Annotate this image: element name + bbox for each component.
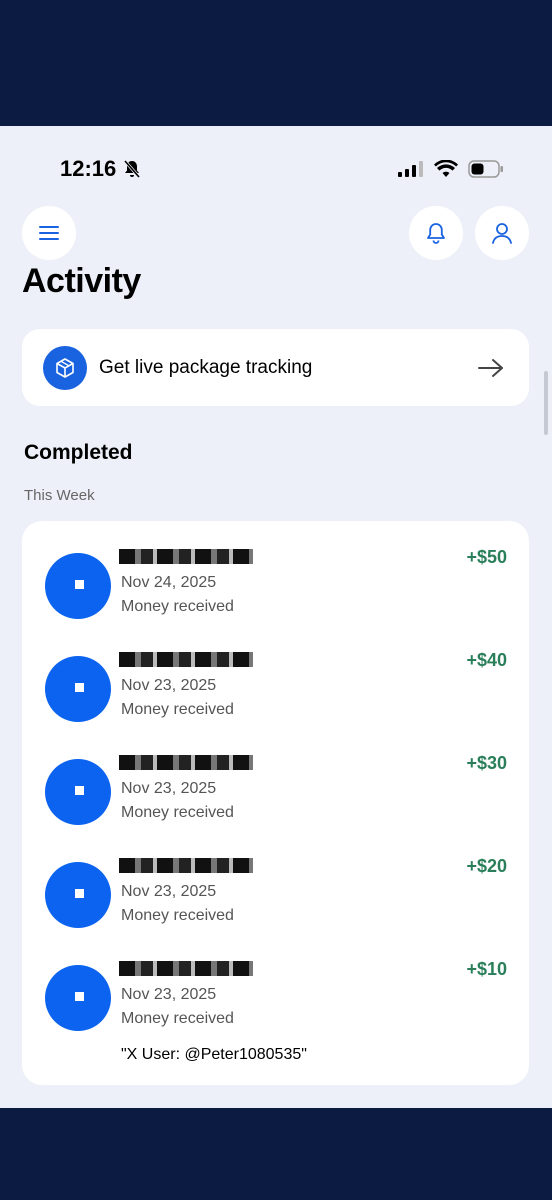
transaction-date: Nov 23, 2025 <box>121 780 217 797</box>
arrow-right-icon <box>478 358 503 377</box>
app-screen: 12:16 Activity Get live package tracking… <box>0 126 552 1108</box>
transaction-date: Nov 24, 2025 <box>121 574 217 591</box>
transaction-amount: +$10 <box>466 959 507 979</box>
cellular-signal-icon <box>398 161 423 177</box>
redacted-name <box>119 961 253 976</box>
status-time-text: 12:16 <box>60 156 117 181</box>
transaction-row[interactable]: Nov 23, 2025 Money received +$10 "X User… <box>22 933 529 1073</box>
profile-button[interactable] <box>475 206 529 260</box>
user-icon <box>492 223 512 244</box>
package-tracking-card[interactable]: Get live package tracking <box>22 329 529 406</box>
hamburger-icon <box>39 226 59 240</box>
avatar <box>45 862 111 928</box>
redacted-name <box>119 652 253 667</box>
transaction-row[interactable]: Nov 23, 2025 Money received +$40 <box>22 624 529 724</box>
package-icon <box>43 345 87 390</box>
redacted-name <box>119 858 253 873</box>
transaction-type: Money received <box>121 598 234 615</box>
transaction-row[interactable]: Nov 23, 2025 Money received +$20 <box>22 830 529 930</box>
transaction-type: Money received <box>121 701 234 718</box>
transaction-date: Nov 23, 2025 <box>121 677 217 694</box>
avatar <box>45 656 111 722</box>
transaction-type: Money received <box>121 804 234 821</box>
transaction-amount: +$20 <box>466 856 507 876</box>
section-title: Completed <box>24 441 133 464</box>
transaction-amount: +$50 <box>466 547 507 567</box>
transaction-note: "X User: @Peter1080535" <box>121 1046 307 1063</box>
status-indicators <box>398 160 504 178</box>
bell-icon <box>427 223 445 244</box>
transaction-amount: +$30 <box>466 753 507 773</box>
transaction-row[interactable]: Nov 24, 2025 Money received +$50 <box>22 521 529 621</box>
transaction-list: Nov 24, 2025 Money received +$50 Nov 23,… <box>22 521 529 1085</box>
avatar <box>45 553 111 619</box>
redacted-name <box>119 755 253 770</box>
notifications-button[interactable] <box>409 206 463 260</box>
redacted-name <box>119 549 253 564</box>
transaction-row[interactable]: Nov 23, 2025 Money received +$30 <box>22 727 529 827</box>
silent-bell-icon <box>124 160 141 178</box>
status-time: 12:16 <box>60 156 142 182</box>
page-title: Activity <box>22 262 141 300</box>
transaction-date: Nov 23, 2025 <box>121 986 217 1003</box>
scrollbar[interactable] <box>544 371 548 435</box>
battery-icon <box>468 160 503 178</box>
avatar <box>45 965 111 1031</box>
transaction-date: Nov 23, 2025 <box>121 883 217 900</box>
transaction-type: Money received <box>121 1010 234 1027</box>
section-subtitle: This Week <box>24 487 95 504</box>
menu-button[interactable] <box>22 206 76 260</box>
wifi-icon <box>434 160 458 177</box>
avatar <box>45 759 111 825</box>
transaction-amount: +$40 <box>466 650 507 670</box>
package-tracking-label: Get live package tracking <box>99 356 313 378</box>
transaction-type: Money received <box>121 907 234 924</box>
